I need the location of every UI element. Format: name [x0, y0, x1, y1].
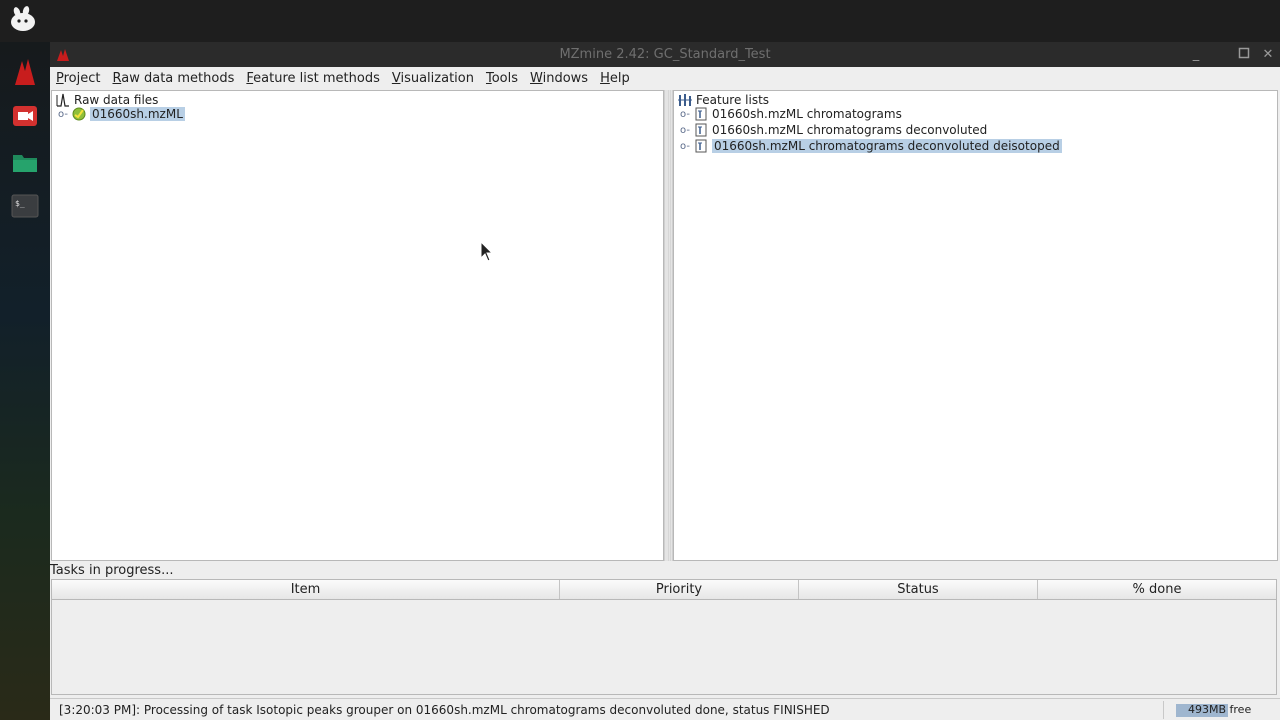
expand-toggle-icon[interactable]: o-: [678, 109, 692, 120]
raw-data-files-label: Raw data files: [74, 93, 159, 107]
expand-toggle-icon[interactable]: o-: [678, 141, 692, 152]
column-header-priority[interactable]: Priority: [560, 580, 799, 599]
tasks-table[interactable]: Item Priority Status % done: [51, 579, 1277, 695]
feature-lists-root[interactable]: Feature lists: [676, 93, 769, 107]
video-recorder-icon[interactable]: [9, 100, 41, 132]
menu-visualization[interactable]: Visualization: [386, 71, 480, 86]
memory-free-label: 493MB free: [1188, 703, 1252, 716]
feature-lists-label: Feature lists: [696, 93, 770, 107]
tasks-in-progress-label: Tasks in progress...: [50, 563, 174, 578]
feature-list-doc-icon: [694, 107, 708, 121]
terminal-icon[interactable]: $_: [9, 190, 41, 222]
column-header-status[interactable]: Status: [799, 580, 1038, 599]
window-titlebar[interactable]: MZmine 2.42: GC_Standard_Test _ ✕: [50, 42, 1280, 67]
feature-lists-icon: [678, 93, 692, 107]
desktop-top-bar: [0, 0, 1280, 42]
feature-list-doc-icon: [694, 123, 708, 137]
window-title: MZmine 2.42: GC_Standard_Test: [559, 47, 771, 62]
svg-text:$_: $_: [15, 199, 25, 208]
menu-windows[interactable]: Windows: [524, 71, 594, 86]
maximize-icon[interactable]: [1236, 47, 1252, 63]
raw-data-files-root[interactable]: Raw data files: [54, 93, 158, 107]
raw-data-file-label: 01660sh.mzML: [90, 107, 185, 121]
status-message: [3:20:03 PM]: Processing of task Isotopi…: [59, 703, 830, 717]
mouse-pointer-icon: [480, 240, 494, 263]
spectrum-peak-icon: [56, 93, 70, 107]
status-bar: [3:20:03 PM]: Processing of task Isotopi…: [50, 698, 1280, 720]
menu-bar: Project Raw data methods Feature list me…: [50, 67, 1280, 89]
column-header-item[interactable]: Item: [52, 580, 560, 599]
pane-splitter[interactable]: [664, 90, 673, 561]
feature-list-node[interactable]: o- 01660sh.mzML chromatograms: [678, 106, 902, 122]
feature-lists-tree[interactable]: Feature lists o- 01660sh.mzML chromatogr…: [673, 90, 1278, 561]
expand-toggle-icon[interactable]: o-: [56, 109, 70, 120]
minimize-icon[interactable]: _: [1188, 47, 1204, 63]
close-icon[interactable]: ✕: [1260, 47, 1276, 63]
feature-list-node[interactable]: o- 01660sh.mzML chromatograms deconvolut…: [678, 138, 1062, 154]
tasks-table-header: Item Priority Status % done: [52, 580, 1276, 600]
raw-file-icon: [72, 107, 86, 121]
menu-project[interactable]: Project: [50, 71, 107, 86]
file-manager-icon[interactable]: [9, 146, 41, 178]
menu-help[interactable]: Help: [594, 71, 636, 86]
feature-list-node[interactable]: o- 01660sh.mzML chromatograms deconvolut…: [678, 122, 987, 138]
raw-data-file-node[interactable]: o- 01660sh.mzML: [56, 106, 185, 122]
feature-list-doc-icon: [694, 139, 708, 153]
expand-toggle-icon[interactable]: o-: [678, 125, 692, 136]
menu-raw-data-methods[interactable]: Raw data methods: [107, 71, 241, 86]
app-dock: $_: [0, 42, 50, 720]
raw-data-files-tree[interactable]: Raw data files o- 01660sh.mzML: [51, 90, 664, 561]
distro-logo-icon[interactable]: [8, 6, 40, 34]
menu-feature-list-methods[interactable]: Feature list methods: [240, 71, 385, 86]
mzmine-main-window: MZmine 2.42: GC_Standard_Test _ ✕ Projec…: [50, 42, 1280, 720]
column-header-percent-done[interactable]: % done: [1038, 580, 1276, 599]
feature-list-label-selected: 01660sh.mzML chromatograms deconvoluted …: [712, 139, 1062, 153]
feature-list-label: 01660sh.mzML chromatograms deconvoluted: [712, 123, 988, 137]
mzmine-launcher-icon[interactable]: [9, 56, 41, 88]
feature-list-label: 01660sh.mzML chromatograms: [712, 107, 902, 121]
memory-indicator[interactable]: 493MB free: [1163, 701, 1279, 719]
menu-tools[interactable]: Tools: [480, 71, 524, 86]
